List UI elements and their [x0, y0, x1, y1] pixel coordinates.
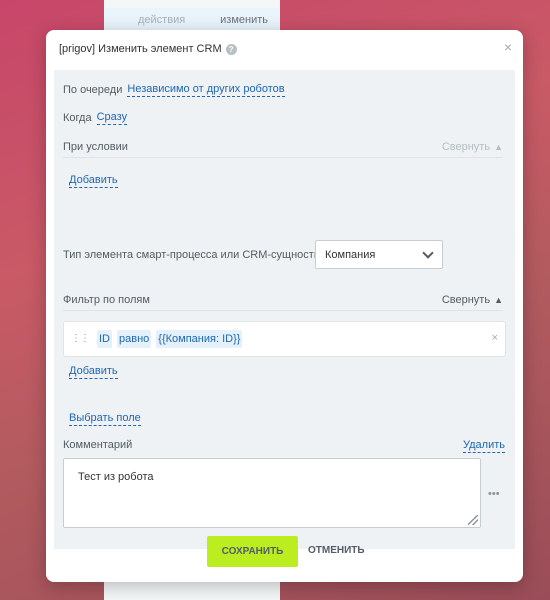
- comment-label-row: Комментарий: [63, 439, 132, 451]
- condition-add-row: Добавить: [69, 174, 118, 188]
- when-value-link[interactable]: Сразу: [96, 111, 128, 125]
- condition-collapse-label: Свернуть: [441, 141, 491, 153]
- condition-label: При условии: [63, 141, 128, 153]
- edit-crm-dialog: [prigov] Изменить элемент CRM ? × По оче…: [46, 30, 523, 582]
- background-row-edit-link[interactable]: изменить: [220, 14, 268, 26]
- queue-label: По очереди: [63, 84, 123, 96]
- background-row: действия изменить: [104, 8, 280, 32]
- filter-collapse-toggle[interactable]: Свернуть ▲: [442, 294, 503, 306]
- comment-delete-link[interactable]: Удалить: [463, 439, 505, 453]
- drag-handle-icon[interactable]: ⋮⋮: [71, 334, 90, 344]
- help-icon[interactable]: ?: [225, 43, 237, 55]
- element-type-select[interactable]: Компания: [315, 240, 443, 269]
- queue-row: По очереди Независимо от других роботов: [63, 83, 285, 97]
- when-label: Когда: [63, 112, 92, 124]
- chevron-up-icon: ▲: [494, 295, 503, 305]
- chevron-down-icon: [422, 246, 434, 259]
- element-type-selected: Компания: [325, 248, 376, 261]
- more-icon[interactable]: •••: [488, 488, 500, 500]
- close-icon[interactable]: ×: [504, 39, 512, 55]
- comment-delete-row: Удалить: [463, 439, 505, 453]
- filter-operator-token[interactable]: равно: [117, 330, 152, 348]
- filter-value-token[interactable]: {{Компания: ID}}: [156, 330, 243, 348]
- choose-field-row: Выбрать поле: [69, 412, 141, 426]
- choose-field-link[interactable]: Выбрать поле: [69, 412, 141, 426]
- comment-text: Тест из робота: [78, 471, 154, 483]
- filter-section-header: Фильтр по полям Свернуть ▲: [63, 294, 503, 311]
- remove-filter-icon[interactable]: ×: [492, 332, 498, 344]
- save-button[interactable]: СОХРАНИТЬ: [207, 536, 298, 567]
- filter-collapse-label: Свернуть: [441, 294, 491, 306]
- condition-collapse-toggle[interactable]: Свернуть ▲: [442, 141, 503, 153]
- comment-textarea[interactable]: Тест из робота: [63, 458, 481, 528]
- condition-section-header: При условии Свернуть ▲: [63, 141, 503, 158]
- chevron-up-icon: ▲: [494, 142, 503, 152]
- filter-add-row: Добавить: [69, 365, 118, 379]
- resize-handle-icon[interactable]: [468, 515, 478, 525]
- dialog-title: [prigov] Изменить элемент CRM ?: [59, 43, 237, 55]
- queue-value-link[interactable]: Независимо от других роботов: [127, 83, 285, 97]
- element-type-row: Тип элемента смарт-процесса или CRM-сущн…: [63, 249, 323, 261]
- when-row: Когда Сразу: [63, 111, 128, 125]
- filter-condition: ⋮⋮ ID равно {{Компания: ID}} ×: [63, 321, 506, 357]
- comment-label: Комментарий: [63, 439, 133, 451]
- filter-label: Фильтр по полям: [63, 294, 150, 306]
- filter-add-link[interactable]: Добавить: [69, 365, 118, 379]
- element-type-label: Тип элемента смарт-процесса или CRM-сущн…: [63, 249, 324, 261]
- filter-field-token[interactable]: ID: [97, 330, 112, 348]
- cancel-button[interactable]: ОТМЕНИТЬ: [308, 545, 365, 556]
- settings-panel: По очереди Независимо от других роботов …: [54, 70, 515, 549]
- condition-add-link[interactable]: Добавить: [69, 174, 118, 188]
- dialog-title-text: [prigov] Изменить элемент CRM: [59, 43, 222, 55]
- background-row-label: действия: [138, 13, 186, 26]
